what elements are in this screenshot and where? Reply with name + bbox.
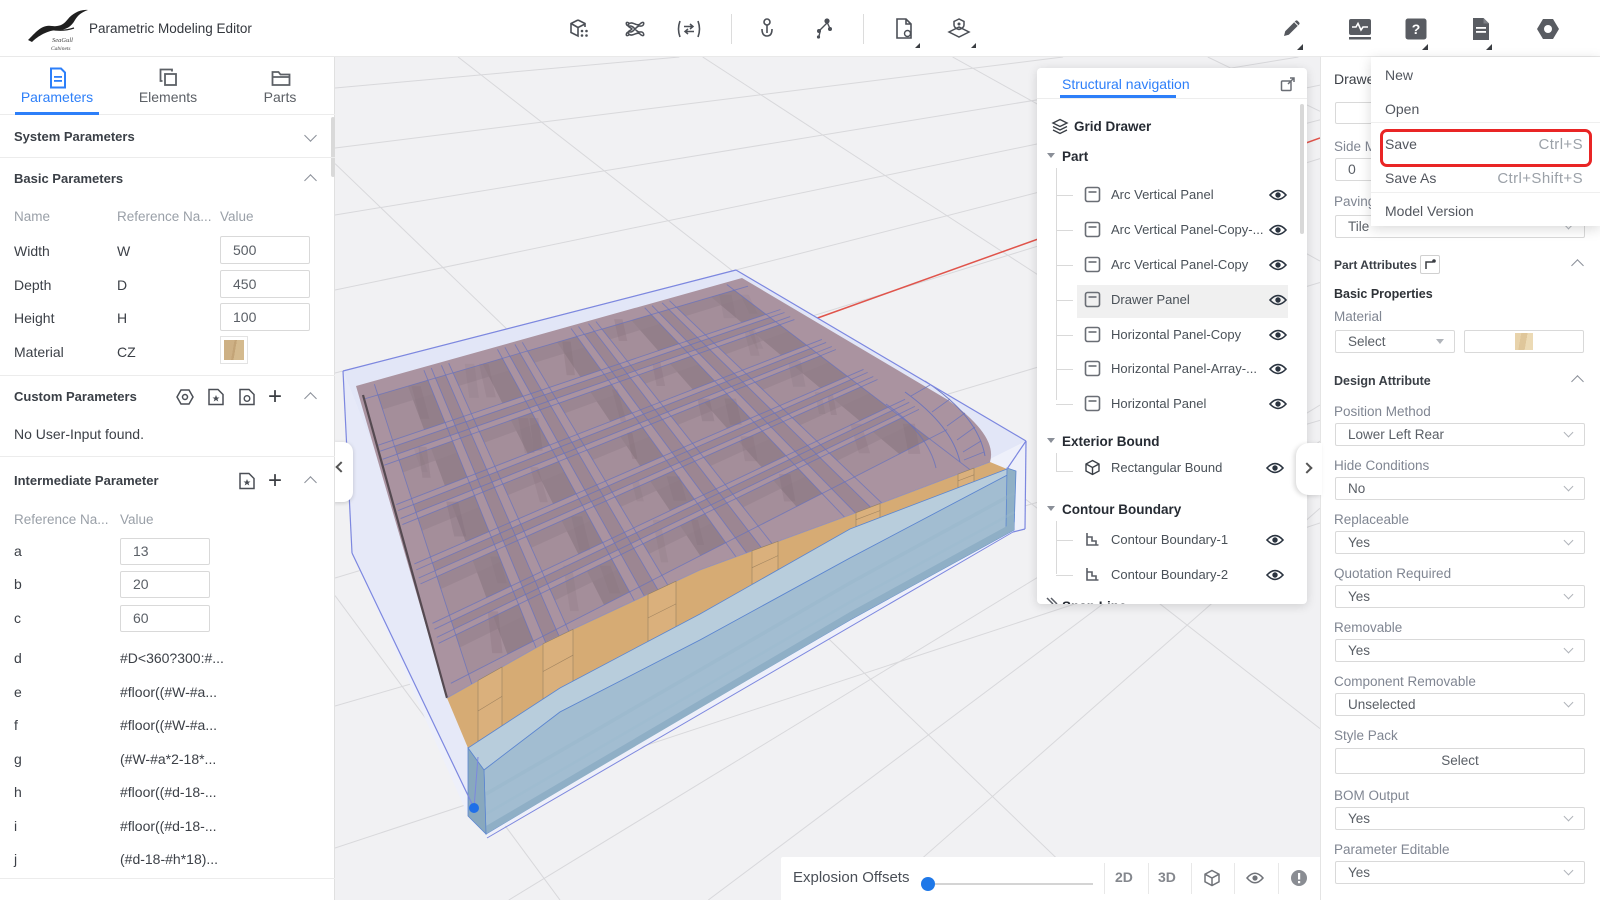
svg-text:SeaGull: SeaGull — [52, 37, 73, 44]
svg-text:?: ? — [1412, 21, 1421, 37]
svg-text:Cabinets: Cabinets — [51, 46, 71, 52]
